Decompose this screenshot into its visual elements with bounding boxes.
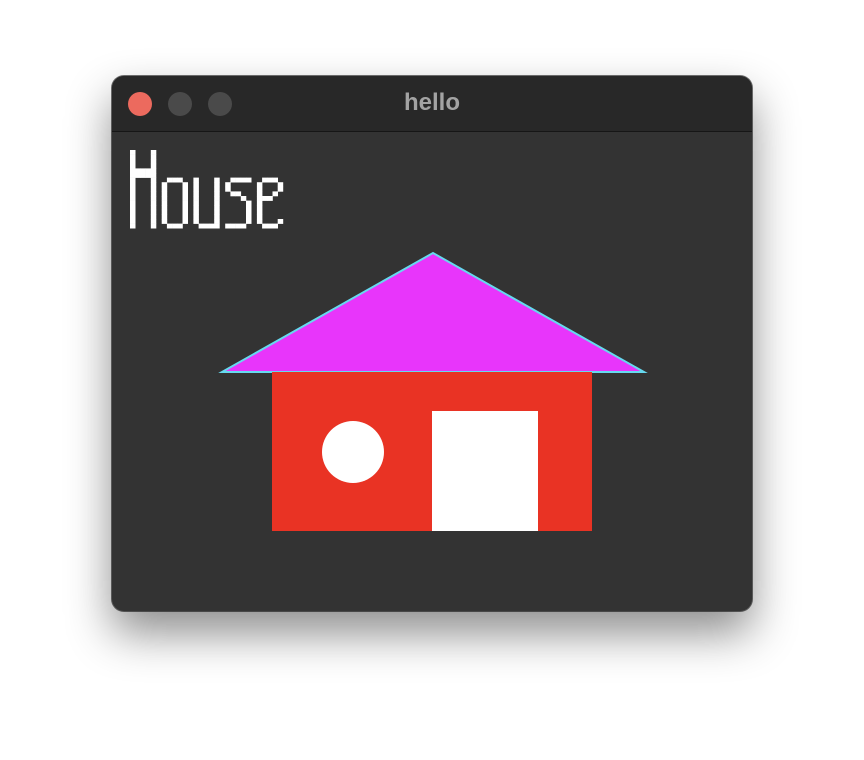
title-bar[interactable]: hello <box>112 76 752 132</box>
app-window: hello House <box>112 76 752 611</box>
window-shape <box>322 421 384 483</box>
house-drawing <box>218 251 648 531</box>
window-title: hello <box>403 89 460 116</box>
roof-shape <box>218 251 648 373</box>
door-shape <box>432 411 538 531</box>
canvas-area: House <box>112 132 752 611</box>
